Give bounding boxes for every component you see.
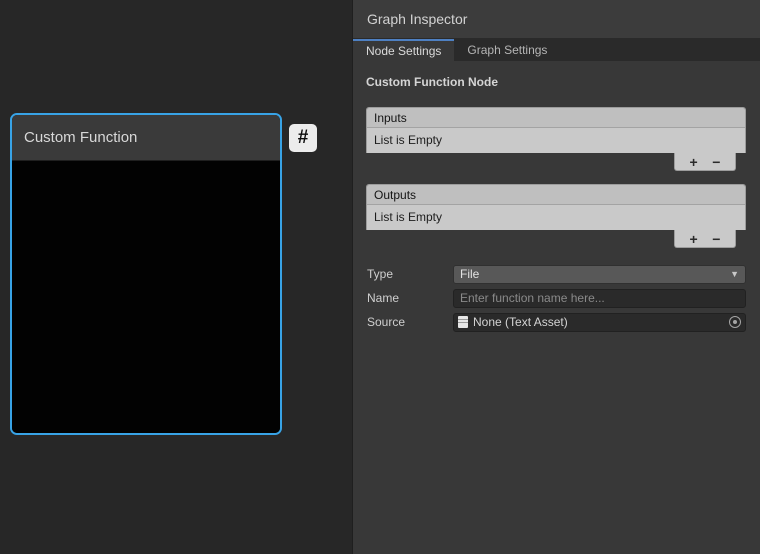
outputs-empty-row: List is Empty: [367, 205, 745, 230]
custom-function-node[interactable]: Custom Function: [10, 113, 282, 435]
inspector-title: Graph Inspector: [353, 0, 760, 39]
name-field-row: Name: [366, 288, 746, 308]
inputs-list-header: Inputs: [367, 108, 745, 128]
chevron-down-icon: ▼: [730, 269, 739, 279]
outputs-remove-button[interactable]: −: [712, 232, 720, 246]
hash-badge-icon[interactable]: #: [289, 124, 317, 152]
tab-graph-settings[interactable]: Graph Settings: [454, 39, 560, 61]
source-label: Source: [366, 315, 453, 329]
inspector-content: Custom Function Node Inputs List is Empt…: [353, 61, 760, 332]
outputs-add-button[interactable]: +: [690, 232, 698, 246]
source-object-field[interactable]: None (Text Asset): [453, 313, 746, 332]
outputs-list-footer: + −: [674, 230, 736, 248]
node-header[interactable]: Custom Function: [12, 115, 280, 161]
node-title: Custom Function: [24, 129, 137, 146]
graph-inspector-panel: Graph Inspector Node Settings Graph Sett…: [352, 0, 760, 554]
inspector-tabbar: Node Settings Graph Settings: [353, 39, 760, 61]
tab-node-settings[interactable]: Node Settings: [353, 39, 454, 61]
graph-canvas[interactable]: Custom Function #: [0, 0, 353, 554]
source-object-value: None (Text Asset): [473, 315, 568, 329]
type-label: Type: [366, 267, 453, 281]
node-settings-fields: Type File ▼ Name Source None (Text Asset…: [366, 264, 746, 332]
node-settings-heading: Custom Function Node: [366, 75, 746, 89]
source-field-row: Source None (Text Asset): [366, 312, 746, 332]
outputs-list: Outputs List is Empty: [366, 184, 746, 230]
type-field-row: Type File ▼: [366, 264, 746, 284]
outputs-list-header: Outputs: [367, 185, 745, 205]
function-name-input[interactable]: [453, 289, 746, 308]
type-dropdown[interactable]: File ▼: [453, 265, 746, 284]
text-asset-icon: [458, 316, 468, 328]
inputs-list: Inputs List is Empty: [366, 107, 746, 153]
inputs-empty-row: List is Empty: [367, 128, 745, 153]
inputs-remove-button[interactable]: −: [712, 155, 720, 169]
node-body: [12, 161, 280, 435]
inputs-list-footer: + −: [674, 153, 736, 171]
name-label: Name: [366, 291, 453, 305]
type-dropdown-value: File: [460, 267, 479, 281]
inputs-add-button[interactable]: +: [690, 155, 698, 169]
app-window: Custom Function # Graph Inspector Node S…: [0, 0, 760, 554]
object-picker-icon[interactable]: [729, 316, 741, 328]
